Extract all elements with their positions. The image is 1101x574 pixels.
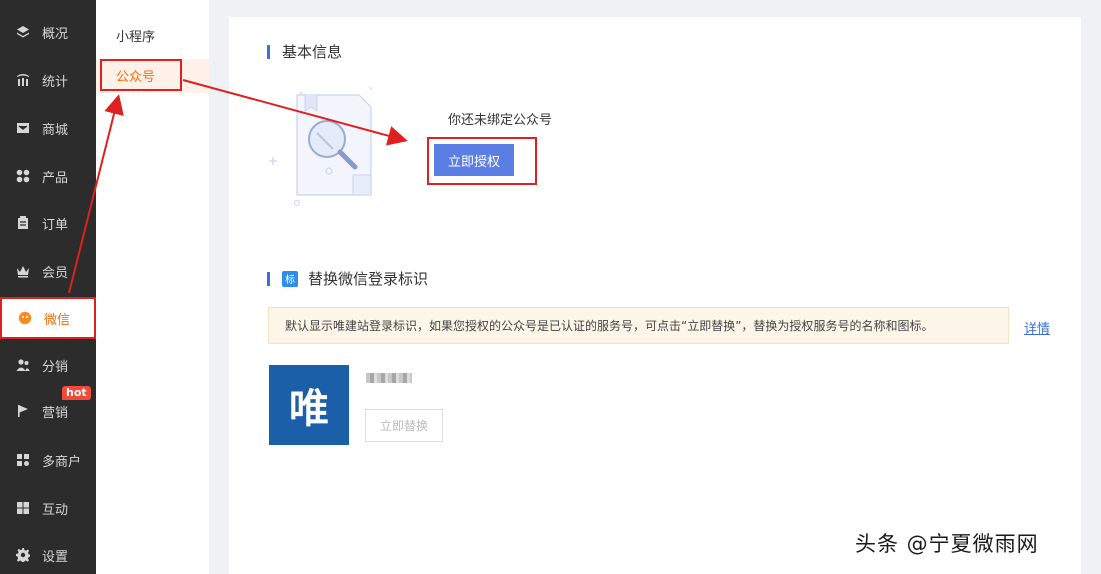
nav-item-mall[interactable]: 商城	[0, 110, 96, 146]
subnav-item-label: 小程序	[116, 30, 156, 45]
title-bar	[267, 44, 270, 59]
unbound-illustration	[269, 86, 373, 206]
nav-item-members[interactable]: 会员	[0, 253, 96, 289]
nav-item-label: 概况	[42, 26, 69, 42]
nav-item-distribution[interactable]: 分销	[0, 347, 96, 383]
apps-icon	[16, 501, 30, 515]
section-basic-info-title: 基本信息	[267, 41, 342, 62]
nav-item-overview[interactable]: 概况	[0, 14, 96, 50]
unbound-status-text: 你还未绑定公众号	[448, 113, 553, 128]
authorize-highlight: 立即授权	[427, 137, 537, 185]
nav-item-label: 设置	[42, 549, 69, 565]
nav-item-label: 微信	[44, 312, 71, 328]
tag-badge: 标	[282, 270, 298, 287]
nav-item-label: 统计	[42, 74, 69, 90]
section-replace-title: 标 替换微信登录标识	[267, 268, 428, 289]
users-icon	[16, 358, 30, 372]
nav-item-label: 互动	[42, 502, 69, 518]
crown-icon	[16, 264, 30, 278]
clipboard-icon	[16, 216, 30, 230]
subnav-item-official-account[interactable]: 公众号	[96, 59, 209, 93]
nav-item-label: 多商户	[42, 454, 82, 470]
nav-item-statistics[interactable]: 统计	[0, 62, 96, 98]
nav-item-label: 产品	[42, 170, 69, 186]
nav-item-label: 营销	[42, 405, 69, 421]
nav-item-label: 订单	[42, 217, 69, 233]
detail-link[interactable]: 详情	[1024, 318, 1050, 337]
flag-icon	[16, 404, 30, 418]
nav-item-label: 会员	[42, 265, 69, 281]
gear-icon	[16, 548, 30, 562]
nav-item-interaction[interactable]: 互动	[0, 490, 96, 526]
subnav-item-label: 公众号	[100, 59, 182, 91]
sub-sidebar: 小程序 公众号	[96, 0, 209, 574]
nav-item-label: 分销	[42, 359, 69, 375]
replace-notice: 默认显示唯建站登录标识，如果您授权的公众号是已认证的服务号，可点击“立即替换”，…	[268, 307, 1009, 344]
nav-item-orders[interactable]: 订单	[0, 205, 96, 241]
content-panel: 基本信息 你还未绑定公众号 立即授权 标 替换微信登录标识 默认显示唯建站登录标…	[229, 17, 1081, 574]
wechat-icon	[18, 311, 32, 325]
login-logo: 唯	[269, 365, 349, 445]
section-title-text: 替换微信登录标识	[308, 270, 429, 288]
nav-item-multi-merchant[interactable]: 多商户	[0, 442, 96, 478]
layers-icon	[16, 25, 30, 39]
nav-item-products[interactable]: 产品	[0, 158, 96, 194]
blurred-account-name	[366, 373, 412, 383]
watermark: 头条 @宁夏微雨网	[855, 532, 1039, 556]
nav-item-label: 商城	[42, 122, 69, 138]
nav-item-wechat[interactable]: 微信	[0, 297, 96, 339]
main-sidebar: 概况 统计 商城 产品 订单 会员 微信 分销 hot 营销 多商户 互动 设置	[0, 0, 96, 574]
grid-icon	[16, 169, 30, 183]
nav-item-marketing[interactable]: 营销	[0, 393, 96, 429]
replace-button[interactable]: 立即替换	[365, 409, 443, 442]
store-icon	[16, 453, 30, 467]
section-title-text: 基本信息	[282, 43, 343, 61]
authorize-button[interactable]: 立即授权	[434, 144, 514, 176]
chart-icon	[16, 73, 30, 87]
mail-icon	[16, 121, 30, 135]
subnav-item-miniprogram[interactable]: 小程序	[116, 26, 155, 45]
notice-text: 默认显示唯建站登录标识，如果您授权的公众号是已认证的服务号，可点击“立即替换”，…	[285, 319, 934, 333]
title-bar	[267, 271, 270, 286]
nav-item-settings[interactable]: 设置	[0, 537, 96, 573]
